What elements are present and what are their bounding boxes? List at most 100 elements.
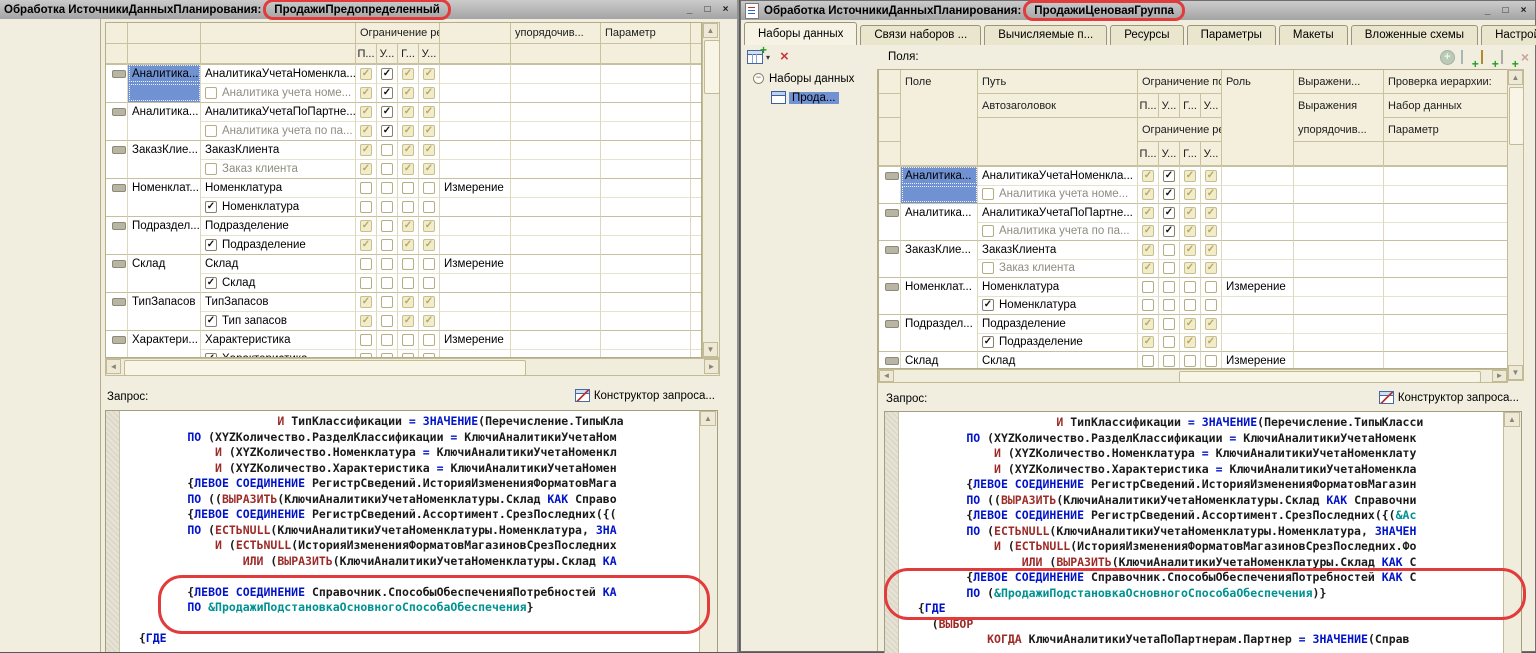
restriction-cell[interactable] bbox=[1138, 277, 1159, 296]
field-name-cell[interactable]: Подраздел... bbox=[128, 216, 201, 235]
checkbox[interactable]: ✓ bbox=[402, 87, 414, 99]
role-cell[interactable] bbox=[440, 216, 511, 235]
auto-title-cell[interactable]: Заказ клиента bbox=[201, 159, 356, 178]
checkbox[interactable] bbox=[1184, 355, 1196, 367]
checkbox[interactable] bbox=[1163, 318, 1175, 330]
role-cell[interactable] bbox=[440, 121, 511, 140]
table-row-field[interactable]: Аналитика...АналитикаУчетаПоПартне...✓✓✓… bbox=[106, 102, 701, 121]
add-folder-icon[interactable] bbox=[1481, 50, 1483, 64]
checkbox[interactable]: ✓ bbox=[402, 239, 414, 251]
checkbox[interactable]: ✓ bbox=[1205, 207, 1217, 219]
header-record-restriction[interactable]: Ограничение рек... bbox=[1138, 118, 1222, 142]
checkbox[interactable]: ✓ bbox=[205, 315, 217, 327]
empty-cell[interactable] bbox=[511, 311, 601, 330]
checkbox[interactable] bbox=[1205, 355, 1217, 367]
empty-cell[interactable] bbox=[691, 330, 702, 349]
checkbox[interactable]: ✓ bbox=[1142, 244, 1154, 256]
restriction-cell[interactable]: ✓ bbox=[398, 216, 419, 235]
empty-cell[interactable] bbox=[1294, 259, 1384, 278]
checkbox[interactable] bbox=[381, 201, 393, 213]
empty-cell[interactable] bbox=[691, 235, 702, 254]
header-check-col[interactable]: У... bbox=[1201, 94, 1222, 118]
empty-cell[interactable] bbox=[691, 178, 702, 197]
checkbox[interactable]: ✓ bbox=[423, 296, 435, 308]
header-check-col[interactable]: Г... bbox=[1180, 94, 1201, 118]
checkbox[interactable] bbox=[360, 334, 372, 346]
auto-title-cell[interactable]: Заказ клиента bbox=[978, 259, 1138, 278]
restriction-cell[interactable]: ✓ bbox=[398, 235, 419, 254]
restriction-cell[interactable]: ✓ bbox=[377, 102, 398, 121]
restriction-cell[interactable]: ✓ bbox=[356, 311, 377, 330]
table-row-auto-title[interactable]: Заказ клиента✓✓✓ bbox=[879, 259, 1507, 278]
checkbox[interactable] bbox=[1184, 281, 1196, 293]
restriction-cell[interactable] bbox=[356, 273, 377, 292]
empty-cell[interactable] bbox=[1294, 185, 1384, 204]
auto-title-cell[interactable]: ✓Номенклатура bbox=[201, 197, 356, 216]
checkbox[interactable] bbox=[982, 188, 994, 200]
role-cell[interactable] bbox=[440, 159, 511, 178]
empty-cell[interactable] bbox=[601, 121, 691, 140]
scroll-right-icon[interactable]: ► bbox=[704, 359, 719, 374]
header-check-col[interactable]: П... bbox=[1138, 94, 1159, 118]
empty-cell[interactable] bbox=[601, 254, 691, 273]
empty-cell[interactable] bbox=[1384, 277, 1507, 296]
checkbox[interactable]: ✓ bbox=[1142, 207, 1154, 219]
auto-title-cell[interactable]: ✓Характеристика bbox=[201, 349, 356, 358]
path-cell[interactable]: Номенклатура bbox=[201, 178, 356, 197]
role-cell[interactable]: Измерение bbox=[440, 254, 511, 273]
restriction-cell[interactable] bbox=[356, 330, 377, 349]
empty-cell[interactable] bbox=[511, 159, 601, 178]
checkbox[interactable]: ✓ bbox=[402, 106, 414, 118]
checkbox[interactable]: ✓ bbox=[423, 220, 435, 232]
header-check-col[interactable]: Г... bbox=[1180, 142, 1201, 166]
restriction-cell[interactable] bbox=[1201, 277, 1222, 296]
empty-cell[interactable] bbox=[1294, 333, 1384, 352]
checkbox[interactable]: ✓ bbox=[982, 336, 994, 348]
restriction-cell[interactable]: ✓ bbox=[419, 83, 440, 102]
titlebar-right[interactable]: Обработка ИсточникиДанныхПланирования: П… bbox=[741, 1, 1535, 20]
restriction-cell[interactable] bbox=[1180, 351, 1201, 369]
table-row-auto-title[interactable]: Аналитика учета по па...✓✓✓✓ bbox=[106, 121, 701, 140]
header-order-expr[interactable]: упорядочив... bbox=[511, 23, 601, 44]
restriction-cell[interactable]: ✓ bbox=[377, 83, 398, 102]
tab-Вычисляемые п...[interactable]: Вычисляемые п... bbox=[984, 25, 1107, 45]
path-cell[interactable]: Подразделение bbox=[978, 314, 1138, 333]
path-cell[interactable]: Склад bbox=[201, 254, 356, 273]
restriction-cell[interactable] bbox=[419, 349, 440, 358]
checkbox[interactable]: ✓ bbox=[1184, 318, 1196, 330]
empty-cell[interactable] bbox=[511, 64, 601, 83]
empty-cell[interactable] bbox=[511, 197, 601, 216]
checkbox[interactable]: ✓ bbox=[423, 87, 435, 99]
role-cell[interactable]: Измерение bbox=[440, 330, 511, 349]
path-cell[interactable]: АналитикаУчетаНоменкла... bbox=[978, 166, 1138, 185]
checkbox[interactable]: ✓ bbox=[1205, 336, 1217, 348]
empty-cell[interactable] bbox=[1384, 333, 1507, 352]
restriction-cell[interactable] bbox=[1138, 296, 1159, 315]
query-builder-link[interactable]: Конструктор запроса... bbox=[1379, 391, 1519, 404]
checkbox[interactable] bbox=[381, 258, 393, 270]
restriction-cell[interactable]: ✓ bbox=[419, 311, 440, 330]
query-builder-link[interactable]: Конструктор запроса... bbox=[575, 389, 715, 402]
restriction-cell[interactable]: ✓ bbox=[1138, 240, 1159, 259]
checkbox[interactable]: ✓ bbox=[360, 296, 372, 308]
empty-cell[interactable] bbox=[691, 216, 702, 235]
empty-cell[interactable] bbox=[601, 330, 691, 349]
empty-cell[interactable] bbox=[601, 102, 691, 121]
query-editor-left[interactable]: И ТипКлассификации = ЗНАЧЕНИЕ(Перечислен… bbox=[105, 410, 718, 652]
empty-cell[interactable] bbox=[691, 349, 702, 358]
header-check-col[interactable]: Г... bbox=[398, 44, 419, 64]
restriction-cell[interactable]: ✓ bbox=[1138, 222, 1159, 241]
empty-cell[interactable] bbox=[1294, 296, 1384, 315]
table-row-auto-title[interactable]: Заказ клиента✓✓✓ bbox=[106, 159, 701, 178]
checkbox[interactable]: ✓ bbox=[360, 239, 372, 251]
header-order-expr-1[interactable]: Выражения bbox=[1294, 94, 1384, 118]
restriction-cell[interactable] bbox=[377, 349, 398, 358]
table-row-auto-title[interactable]: Аналитика учета номе...✓✓✓✓ bbox=[106, 83, 701, 102]
scroll-left-icon[interactable]: ◄ bbox=[879, 370, 894, 382]
table-vscrollbar-left[interactable]: ▲ ▼ bbox=[702, 22, 720, 358]
add-table-icon[interactable] bbox=[1501, 50, 1503, 64]
empty-cell[interactable] bbox=[1384, 240, 1507, 259]
checkbox[interactable]: ✓ bbox=[360, 220, 372, 232]
copy-field-icon[interactable] bbox=[1461, 50, 1463, 64]
header-parameter[interactable]: Параметр bbox=[601, 23, 691, 44]
